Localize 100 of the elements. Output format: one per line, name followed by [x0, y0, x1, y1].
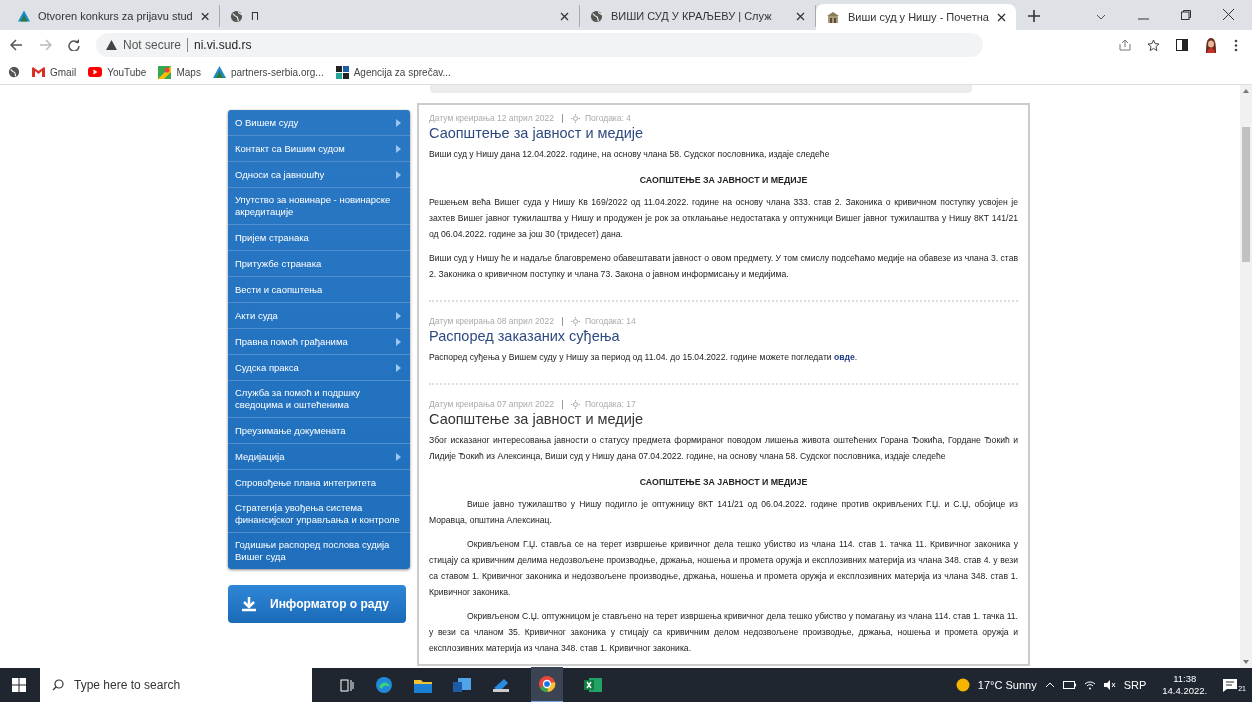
close-icon[interactable]	[200, 11, 209, 21]
article-paragraph: Окривљеном Г.Џ. ставља се на терет извршење кривичног дела тешко убиство из члана 114. став 1. тачка 11. Кривичног законика у стицају са кривичним делима недозвољене производње, држања, ношења и промета оружја и експлозивних материја из члана 348. став 4. у вези са ставом 1. Кривичног законика и недозвољене производње, држања, ношења и промета оружја и експлозивних материја из члана 348. став 1. Кривичног законика.	[429, 538, 1018, 599]
download-icon	[242, 596, 256, 612]
informator-button[interactable]: Информатор о раду	[228, 585, 406, 623]
article-title[interactable]: Саопштење за јавност и медије	[429, 411, 1018, 427]
folder-icon[interactable]	[414, 677, 432, 693]
windows-start-icon[interactable]	[12, 678, 26, 692]
menu-item-label: Односи са јавношћу	[235, 168, 326, 181]
menu-item[interactable]: Притужбе странака	[228, 251, 410, 277]
grid-icon	[335, 65, 349, 79]
announcement-heading: САОПШТЕЊЕ ЗА ЈАВНОСТ И МЕДИЈЕ	[638, 174, 809, 187]
browser-tab[interactable]: Otvoren konkurs za prijavu stud	[8, 5, 220, 27]
bookmark-link[interactable]: YouTube	[88, 66, 147, 78]
submenu-arrow-icon	[396, 311, 401, 320]
speaker-icon[interactable]	[1103, 680, 1116, 690]
menu-item[interactable]: Вести и саопштења	[228, 277, 410, 303]
chevron-down-icon[interactable]	[1096, 14, 1106, 20]
menu-item[interactable]: Служба за помоћ и подршку сведоцима и оштећенима	[228, 381, 410, 418]
submenu-arrow-icon	[396, 363, 401, 372]
address-field[interactable]: Not secure ni.vi.sud.rs	[96, 33, 983, 57]
article-title[interactable]: Распоред заказаних суђења	[429, 328, 1018, 344]
menu-item-label: Пријем странака	[235, 231, 310, 244]
warning-icon	[106, 40, 117, 50]
here-link[interactable]: овде	[834, 352, 855, 362]
clock[interactable]: 11:38 14.4.2022.	[1162, 673, 1208, 697]
menu-item-label: Упутство за новинаре - новинарске акредитације	[235, 194, 392, 218]
globe-icon	[230, 9, 243, 23]
sun-icon	[570, 316, 580, 326]
announcement-heading: САОПШТЕЊЕ ЗА ЈАВНОСТ И МЕДИЈЕ	[638, 476, 809, 489]
scrollbar[interactable]	[1240, 85, 1252, 668]
back-icon[interactable]	[10, 39, 23, 51]
menu-item[interactable]: Судска пракса	[228, 355, 410, 381]
submenu-arrow-icon	[396, 118, 401, 127]
bookmark-link[interactable]: Gmail	[32, 66, 77, 78]
menu-item[interactable]: Медијација	[228, 444, 410, 470]
article-paragraph: Решењем већа Вишег суда у Нишу Кв 169/2022 од 11.04.2022. године на основу члана 333. став 2. Законика о кривичном поступку усвојен је захтев Вишег јавног тужилаштва у Нишу и продужен је рок за отклањање недостатака у оптужници Вишег јавног тужилаштва у Нишу 8КТ 141/21 од 06.04.2022. године за још 30 (тридесет) дана.	[429, 196, 1018, 241]
hit-count: Погодака: 14	[584, 316, 636, 326]
bookmark-link[interactable]: partners-serbia.org...	[212, 66, 324, 78]
menu-item[interactable]: Правна помоћ грађанима	[228, 329, 410, 355]
chevron-up-icon[interactable]	[1044, 682, 1055, 688]
chrome-app-icon[interactable]	[531, 667, 563, 702]
close-icon[interactable]	[997, 12, 1006, 22]
scroll-down-icon[interactable]	[1243, 660, 1249, 664]
reload-icon[interactable]	[68, 39, 80, 51]
sun-icon	[570, 113, 580, 123]
hit-count: Погодака: 17	[584, 399, 636, 409]
menu-item[interactable]: Односи са јавношћу	[228, 162, 410, 188]
menu-item[interactable]: О Вишем суду	[228, 110, 410, 136]
edge-browser-icon[interactable]	[375, 676, 393, 694]
taskbar-search-field[interactable]: Type here to search	[40, 668, 312, 702]
menu-item-label: Стратегија увођења система финансијског управљања и контроле	[235, 502, 401, 526]
menu-item[interactable]: Годишњи распоред послова судија Вишег суда	[228, 533, 410, 569]
browser-tab[interactable]: Виши суд у Нишу - Почетна	[816, 4, 1016, 30]
menu-item[interactable]: Преузимање докумената	[228, 418, 410, 444]
language-indicator[interactable]: SRP	[1123, 679, 1147, 691]
battery-icon[interactable]	[1062, 681, 1076, 689]
close-icon[interactable]	[796, 11, 805, 21]
scroll-thumb[interactable]	[1242, 127, 1250, 262]
menu-item[interactable]: Стратегија увођења система финансијског управљања и контроле	[228, 496, 410, 533]
article-paragraph: Окривљеном С.Џ. оптужницом је стављено на терет извршења кривичног дела тешко убиство у помагању из члана 114. став 1. тачка 11. у вези са чланом 35. Кривичног законика у стицају са кривичним делом недозвољене производње, држања, ношења и промета оружја и експлозивних материја из члана 348. став 1. Кривичног законика.	[429, 610, 1018, 655]
menu-item[interactable]: Спровођење плана интегритета	[228, 470, 410, 496]
star-icon[interactable]	[1147, 38, 1160, 52]
menu-item-label: Правна помоћ грађанима	[235, 335, 349, 348]
side-panel-icon[interactable]	[1176, 39, 1188, 51]
menu-item-label: Контакт са Вишим судом	[235, 142, 346, 155]
bookmark-link[interactable]: Maps	[158, 65, 201, 79]
triangle-icon	[212, 66, 226, 78]
menu-item[interactable]: Контакт са Вишим судом	[228, 136, 410, 162]
security-label: Not secure	[123, 38, 182, 52]
close-icon[interactable]	[560, 11, 569, 21]
wifi-icon[interactable]	[1083, 680, 1096, 690]
weather-text[interactable]: 17°C Sunny	[977, 679, 1037, 691]
new-tab-icon[interactable]	[1028, 10, 1040, 22]
mail-icon[interactable]	[453, 677, 471, 693]
url-text: ni.vi.sud.rs	[194, 38, 252, 52]
tab-title: ВИШИ СУД У КРАЉЕВУ | Служ	[611, 10, 773, 22]
menu-item[interactable]: Акти суда	[228, 303, 410, 329]
task-view-icon[interactable]	[340, 678, 354, 692]
menu-item-label: Судска пракса	[235, 361, 300, 374]
more-icon[interactable]	[1234, 38, 1238, 52]
tab-title: Otvoren konkurs za prijavu stud	[38, 10, 193, 22]
share-icon[interactable]	[1119, 39, 1131, 51]
bookmark-link[interactable]: Agencija za sprečav...	[335, 65, 451, 79]
scroll-up-icon[interactable]	[1243, 89, 1249, 93]
menu-item-label: Преузимање докумената	[235, 424, 347, 437]
building-icon	[826, 10, 840, 24]
spreadsheet-icon[interactable]	[584, 677, 602, 693]
globe-icon[interactable]	[8, 66, 20, 78]
menu-item[interactable]: Пријем странака	[228, 225, 410, 251]
menu-item-label: Акти суда	[235, 309, 279, 322]
browser-tab[interactable]: П	[220, 5, 580, 27]
menu-item[interactable]: Упутство за новинаре - новинарске акредитације	[228, 188, 410, 225]
menu-item-label: Служба за помоћ и подршку сведоцима и оштећенима	[235, 387, 361, 411]
menu-item-label: Годишњи распоред послова судија Вишег суда	[235, 539, 391, 563]
close-icon[interactable]	[1223, 9, 1234, 20]
avatar-icon[interactable]	[1204, 37, 1218, 53]
article-paragraph: Виши суд у Нишу ће и надаље благовремено обавештавати јавност о овом предмету. У том смислу подсећамо медије на обавезе из члана 3. став 2. Законика о кривичном поступку и члана 73. Закона о јавном информисању и медијима.	[429, 252, 1018, 281]
article-title[interactable]: Саопштење за јавност и медије	[429, 125, 1018, 141]
created-date: Датум креирања 07 април 2022	[429, 399, 554, 409]
restore-icon[interactable]	[1181, 10, 1191, 20]
